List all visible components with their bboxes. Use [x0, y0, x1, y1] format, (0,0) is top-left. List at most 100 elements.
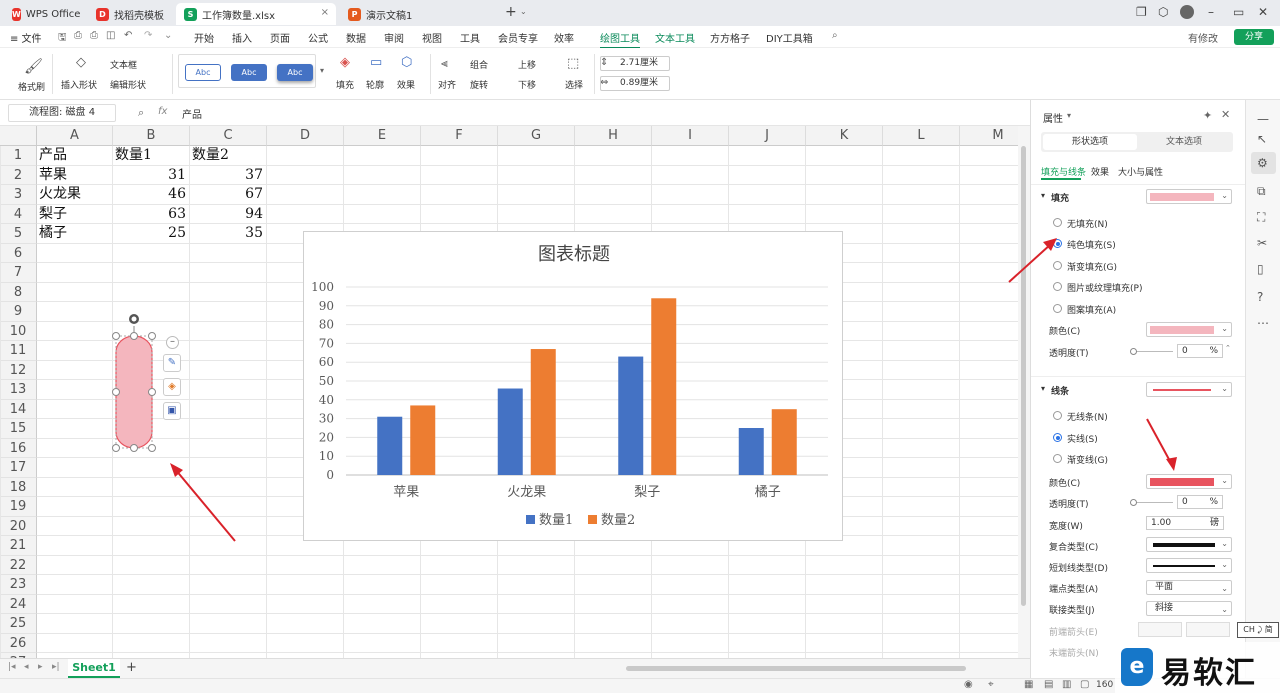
undo-icon[interactable]: ↶	[124, 30, 132, 41]
row-header-17[interactable]: 17	[0, 458, 37, 478]
fill-color-dropdown[interactable]: ⌄	[1146, 189, 1232, 204]
bring-forward-button[interactable]: 上移	[518, 58, 536, 71]
row-header-11[interactable]: 11	[0, 341, 37, 361]
row-header-24[interactable]: 24	[0, 594, 37, 614]
menu-item-efficiency[interactable]: 效率	[554, 30, 574, 45]
subtab-size[interactable]: 大小与属性	[1118, 165, 1163, 178]
maximize-icon[interactable]: ▭	[1233, 5, 1244, 19]
window-layout-icon[interactable]: ❐	[1136, 5, 1147, 19]
edit-shape-button[interactable]: 编辑形状	[110, 78, 146, 91]
data-cell[interactable]: 25	[113, 224, 186, 243]
menu-item-diy[interactable]: DIY工具箱	[766, 30, 813, 45]
file-menu[interactable]: ≡ 文件	[10, 30, 42, 45]
line-width-input[interactable]: 1.00 磅	[1146, 516, 1224, 530]
data-cell[interactable]: 31	[113, 166, 186, 185]
fill-bucket-icon[interactable]: ◈	[163, 378, 181, 396]
outline-button[interactable]: 轮廓	[366, 78, 384, 91]
minimize-panel-icon[interactable]: —	[1257, 112, 1269, 126]
row-header-1[interactable]: 1	[0, 146, 37, 166]
row-header-13[interactable]: 13	[0, 380, 37, 400]
quick-export-icon[interactable]: ⎙	[74, 30, 82, 41]
row-header-9[interactable]: 9	[0, 302, 37, 322]
radio-gradient-line[interactable]	[1053, 454, 1062, 463]
close-tab-icon[interactable]: ×	[321, 7, 329, 18]
begin-arrow-size[interactable]	[1186, 622, 1230, 637]
column-header-I[interactable]: I	[652, 126, 729, 146]
column-header-G[interactable]: G	[498, 126, 575, 146]
select-button[interactable]: 选择	[565, 78, 583, 91]
crosshair-icon[interactable]: ⌖	[988, 679, 994, 690]
pointer-icon[interactable]: ↖	[1257, 132, 1267, 146]
row-header-16[interactable]: 16	[0, 438, 37, 458]
name-box[interactable]: 流程图: 磁盘 4	[8, 104, 116, 122]
zoom-search-icon[interactable]: ⌕	[138, 106, 144, 120]
bar-chart[interactable]: 图表标题 0 10 20 30 40 50 60 70 80 90 100 苹果 火龙果 梨子 橘子 数量…	[303, 231, 843, 541]
row-header-18[interactable]: 18	[0, 477, 37, 497]
row-header-25[interactable]: 25	[0, 614, 37, 634]
radio-no-line[interactable]	[1053, 411, 1062, 420]
header-cell[interactable]: 产品	[39, 146, 67, 165]
gallery-more-icon[interactable]: ▾	[320, 66, 324, 75]
column-header-J[interactable]: J	[729, 126, 806, 146]
row-header-15[interactable]: 15	[0, 419, 37, 439]
format-brush-button[interactable]: 格式刷	[18, 80, 45, 93]
pin-icon[interactable]: ✦	[1203, 109, 1212, 122]
row-header-7[interactable]: 7	[0, 263, 37, 283]
radio-solid-line[interactable]	[1053, 433, 1062, 442]
eye-icon[interactable]: ◉	[964, 679, 973, 690]
quick-preview-icon[interactable]: ◫	[106, 30, 115, 41]
column-header-K[interactable]: K	[806, 126, 883, 146]
spinner-icon[interactable]: ⌃	[1225, 344, 1231, 352]
page-break-icon[interactable]: ▥	[1062, 679, 1071, 690]
data-cell[interactable]: 火龙果	[39, 185, 81, 204]
chevron-down-icon[interactable]: ⌄	[520, 7, 527, 16]
cap-type-dropdown[interactable]: 平面 ⌄	[1146, 580, 1232, 595]
menu-item-fangfang[interactable]: 方方格子	[710, 30, 750, 45]
cube-icon[interactable]: ⬡	[1158, 5, 1168, 19]
data-cell[interactable]: 梨子	[39, 205, 67, 224]
menu-item-view[interactable]: 视图	[422, 30, 442, 45]
next-sheet-icon[interactable]: ▸	[38, 662, 43, 672]
formula-input[interactable]: 产品	[182, 106, 202, 121]
menu-item-page[interactable]: 页面	[270, 30, 290, 45]
chevron-down-icon[interactable]: ⌄	[164, 30, 172, 41]
header-cell[interactable]: 数量1	[115, 146, 152, 165]
quick-save-icon[interactable]: 🖫	[58, 30, 67, 47]
first-sheet-icon[interactable]: |◂	[8, 662, 16, 672]
reading-icon[interactable]: ▢	[1080, 679, 1089, 690]
data-cell[interactable]: 35	[190, 224, 263, 243]
column-header-C[interactable]: C	[190, 126, 267, 146]
tab-shape-options[interactable]: 形状选项	[1043, 134, 1137, 150]
zoom-level[interactable]: 160	[1096, 680, 1113, 690]
menu-item-review[interactable]: 审阅	[384, 30, 404, 45]
quick-print-icon[interactable]: ⎙	[90, 30, 98, 41]
fill-transparency-input[interactable]: 0%	[1177, 344, 1223, 358]
line-transparency-input[interactable]: 0%	[1177, 495, 1223, 509]
last-sheet-icon[interactable]: ▸|	[52, 662, 60, 672]
help-icon[interactable]: ?	[1257, 290, 1263, 304]
row-header-14[interactable]: 14	[0, 399, 37, 419]
shape-width-input[interactable]: 0.89厘米	[600, 76, 670, 91]
fill-color-picker[interactable]: ⌄	[1146, 322, 1232, 337]
menu-item-formula[interactable]: 公式	[308, 30, 328, 45]
row-header-19[interactable]: 19	[0, 497, 37, 517]
data-cell[interactable]: 46	[113, 185, 186, 204]
data-cell[interactable]: 67	[190, 185, 263, 204]
ime-indicator[interactable]: CH ⤸ 简	[1237, 622, 1279, 638]
tab-template[interactable]: D 找稻壳模板	[88, 3, 172, 25]
search-icon[interactable]: ⌕	[832, 30, 838, 41]
minimize-icon[interactable]: –	[1208, 5, 1214, 19]
data-cell[interactable]: 苹果	[39, 166, 67, 185]
redo-icon[interactable]: ↷	[144, 30, 152, 41]
line-style-dropdown[interactable]: ⌄	[1146, 382, 1232, 397]
shape-style-shadow[interactable]: Abc	[277, 64, 313, 81]
row-header-6[interactable]: 6	[0, 243, 37, 263]
row-header-20[interactable]: 20	[0, 516, 37, 536]
column-header-H[interactable]: H	[575, 126, 652, 146]
row-header-22[interactable]: 22	[0, 555, 37, 575]
pen-icon[interactable]: ✎	[163, 354, 181, 372]
compound-type-dropdown[interactable]: ⌄	[1146, 537, 1232, 552]
subtab-fill-line[interactable]: 填充与线条	[1041, 165, 1086, 178]
column-header-L[interactable]: L	[883, 126, 960, 146]
row-header-2[interactable]: 2	[0, 165, 37, 185]
